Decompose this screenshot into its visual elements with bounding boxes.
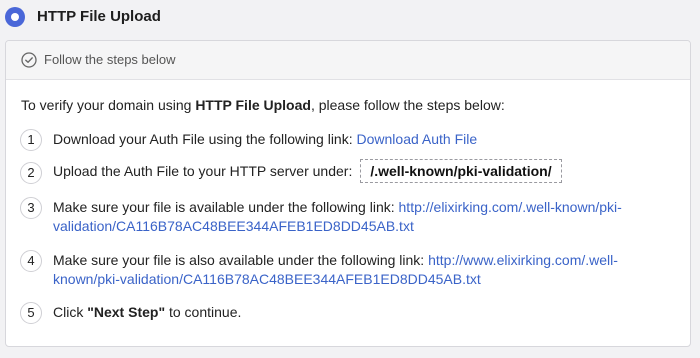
radio-selected-dot [11, 13, 19, 21]
intro-text: To verify your domain using HTTP File Up… [21, 97, 505, 113]
step-4-text: Make sure your file is also available un… [53, 252, 429, 268]
download-auth-file-link[interactable]: Download Auth File [357, 131, 478, 147]
next-step-label: "Next Step" [87, 304, 166, 320]
panel-header: Follow the steps below [6, 41, 690, 80]
step-text: Upload the Auth File to your HTTP server… [53, 159, 562, 183]
method-radio[interactable] [5, 7, 25, 27]
step-number: 2 [20, 162, 42, 184]
method-header: HTTP File Upload [0, 0, 700, 36]
intro-prefix: To verify your domain using [21, 97, 196, 113]
step-text: Make sure your file is also available un… [53, 251, 618, 289]
step-number: 3 [20, 197, 42, 219]
validation-link-2-part1[interactable]: http://www.elixirking.com/.well- [428, 252, 618, 268]
method-title: HTTP File Upload [37, 8, 161, 25]
intro-suffix: , please follow the steps below: [310, 97, 505, 113]
check-circle-icon [21, 52, 37, 68]
panel-heading: Follow the steps below [44, 52, 176, 67]
step-number: 1 [20, 129, 42, 151]
step-text: Make sure your file is available under t… [53, 198, 622, 236]
steps-panel: Follow the steps below To verify your do… [5, 40, 691, 347]
server-path-box[interactable]: /.well-known/pki-validation/ [360, 159, 562, 183]
step-3-text: Make sure your file is available under t… [53, 199, 399, 215]
validation-link-1-part2[interactable]: validation/CA116B78AC48BEE344AFEB1ED8DD4… [53, 218, 414, 234]
step-1-text: Download your Auth File using the follow… [53, 131, 357, 147]
step-number: 4 [20, 250, 42, 272]
step-5-suffix: to continue. [165, 304, 242, 320]
step-text: Download your Auth File using the follow… [53, 131, 477, 147]
step-text: Click "Next Step" to continue. [53, 304, 241, 320]
validation-link-2-part2[interactable]: known/pki-validation/CA116B78AC48BEE344A… [53, 271, 481, 287]
intro-method: HTTP File Upload [195, 97, 311, 113]
step-5-prefix: Click [53, 304, 88, 320]
step-2-text: Upload the Auth File to your HTTP server… [53, 163, 353, 179]
step-number: 5 [20, 302, 42, 324]
validation-link-1-part1[interactable]: http://elixirking.com/.well-known/pki- [399, 199, 622, 215]
